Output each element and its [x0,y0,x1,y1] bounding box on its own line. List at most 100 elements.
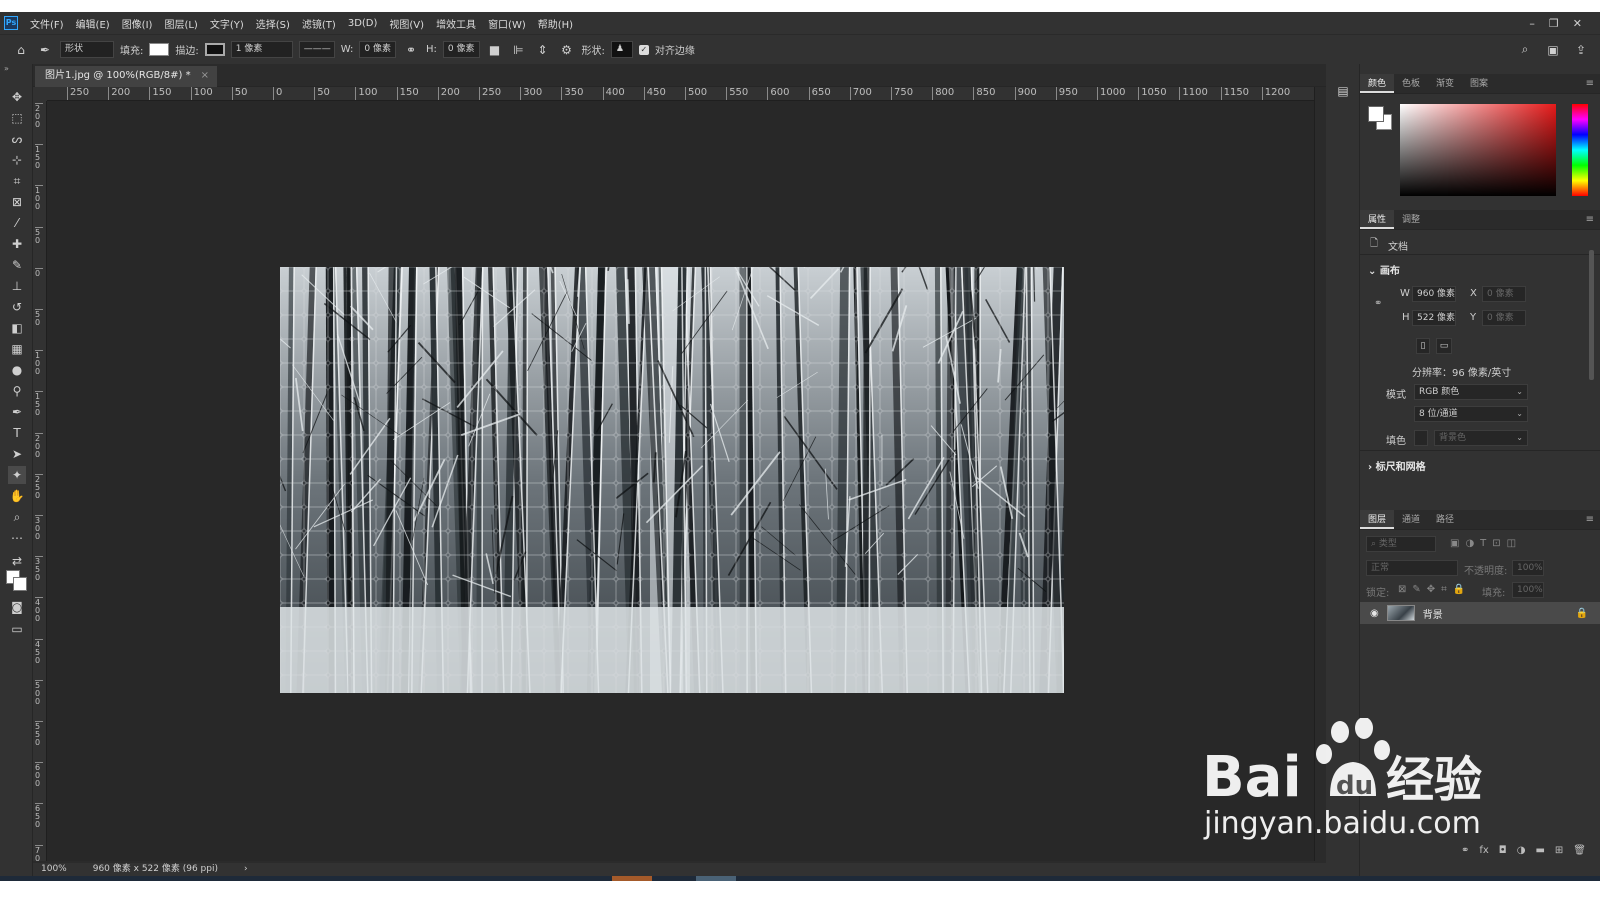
pen-tool-icon[interactable]: ✒ [8,403,26,421]
layer-filter-select[interactable]: ⌕ 类型 [1366,536,1436,552]
share-icon[interactable]: ⇪ [1572,41,1590,59]
settings-gear-icon[interactable]: ⚙ [558,41,576,59]
blend-mode-select[interactable]: 正常 [1366,560,1458,576]
color-spectrum-field[interactable] [1400,104,1556,196]
layer-filter-icons[interactable]: ▣◑T⊡◫ [1450,538,1522,549]
brush-tool-icon[interactable]: ✎ [8,256,26,274]
menu-window[interactable]: 窗口(W) [482,16,532,31]
canvas-vertical-scrollbar[interactable] [1314,87,1326,861]
taskbar-app-item[interactable] [696,876,736,881]
crop-tool-icon[interactable]: ⌗ [8,172,26,190]
align-edges-checkbox[interactable]: ✓ [638,44,649,55]
ruler-origin[interactable] [33,87,47,101]
path-selection-tool-icon[interactable]: ➤ [8,445,26,463]
background-color-swatch[interactable] [13,577,27,591]
menu-layer[interactable]: 图层(L) [158,16,203,31]
eyedropper-tool-icon[interactable]: ⁄ [8,214,26,232]
menu-help[interactable]: 帮助(H) [532,16,579,31]
color-mode-select[interactable]: RGB 颜色 ⌄ [1414,384,1528,400]
properties-menu-icon[interactable]: ≡ [1586,210,1600,229]
mask-icon[interactable]: ◘ [1499,845,1507,856]
menu-image[interactable]: 图像(I) [116,16,159,31]
horizontal-ruler[interactable]: 250 200 150 100 50 0 50 100 150 200 250 300 350 400 45… [47,87,1314,101]
canvas-section-header[interactable]: ⌄ 画布 [1368,262,1400,277]
tool-mode-select[interactable]: 形状 [60,41,114,58]
zoom-level[interactable]: 100% [41,863,67,876]
eraser-tool-icon[interactable]: ◧ [8,319,26,337]
stroke-type-select[interactable]: ——— [298,41,335,58]
path-alignment-icon[interactable]: ⊫ [510,41,528,59]
frame-tool-icon[interactable]: ⊠ [8,193,26,211]
trash-icon[interactable]: 🗑 [1573,845,1586,856]
gradient-tool-icon[interactable]: ▦ [8,340,26,358]
height-input[interactable]: 0 像素 [442,41,480,58]
canvas-area[interactable] [47,101,1314,861]
shape-picker-icon[interactable]: ♟ [610,41,633,58]
fill-color-swatch[interactable] [1414,430,1428,446]
status-menu-arrow[interactable]: › [244,863,248,876]
fill-color-select[interactable]: 背景色 ⌄ [1434,430,1528,446]
home-icon[interactable]: ⌂ [12,41,30,59]
taskbar-app-highlight[interactable] [612,876,652,881]
history-panel-icon[interactable]: ▤ [1335,84,1351,100]
menu-filter[interactable]: 滤镜(T) [296,16,342,31]
panel-foreground-swatch[interactable] [1368,106,1384,122]
new-layer-icon[interactable]: ⊞ [1555,845,1563,856]
vertical-ruler[interactable]: 200 150 100 50 0 50 100 150 200 250 300 350 400 450 50… [33,101,47,861]
menu-edit[interactable]: 编辑(E) [70,16,116,31]
layers-menu-icon[interactable]: ≡ [1586,510,1600,529]
collapse-tools-icon[interactable]: » [4,64,9,73]
menu-file[interactable]: 文件(F) [24,16,70,31]
more-tools-icon[interactable]: ⋯ [8,529,26,547]
link-dimensions-icon[interactable]: ⚭ [402,41,420,59]
menu-view[interactable]: 视图(V) [383,16,430,31]
fill-swatch[interactable] [149,43,170,56]
clone-stamp-tool-icon[interactable]: ⊥ [8,277,26,295]
lasso-tool-icon[interactable]: ᔕ [8,130,26,148]
tab-adjustments[interactable]: 调整 [1394,210,1428,229]
restore-button[interactable]: ❐ [1549,17,1559,30]
landscape-orientation-icon[interactable]: ▭ [1436,338,1452,354]
opacity-input[interactable]: 100% [1512,560,1544,576]
portrait-orientation-icon[interactable]: ▯ [1416,338,1430,354]
tab-properties[interactable]: 属性 [1360,210,1395,229]
history-brush-tool-icon[interactable]: ↺ [8,298,26,316]
visibility-eye-icon[interactable]: ◉ [1370,608,1379,619]
canvas-x-input[interactable]: 0 像素 [1482,286,1526,302]
group-icon[interactable]: ▬ [1535,845,1544,856]
menu-plugins[interactable]: 增效工具 [430,16,482,31]
path-arrangement-icon[interactable]: ⇕ [534,41,552,59]
menu-select[interactable]: 选择(S) [250,16,296,31]
layer-row-background[interactable]: ◉ 背景 🔒 [1360,602,1600,624]
pen-tool-preset-icon[interactable]: ✒ [36,41,54,59]
shape-tool-icon[interactable]: ✦ [8,466,26,484]
canvas-height-input[interactable]: 522 像素 [1412,310,1456,326]
color-fg-bg-swatches[interactable] [1368,106,1392,130]
menu-3d[interactable]: 3D(D) [342,18,384,29]
menu-type[interactable]: 文字(Y) [204,16,250,31]
minimize-button[interactable]: – [1529,17,1535,30]
quick-mask-icon[interactable]: ◙ [8,598,26,616]
hue-slider[interactable] [1572,104,1588,196]
link-icon[interactable]: ⚭ [1461,845,1469,856]
document-image[interactable] [280,267,1064,693]
link-dimensions-icon[interactable]: ⚭ [1374,298,1382,309]
zoom-tool-icon[interactable]: ⌕ [8,508,26,526]
canvas-width-input[interactable]: 960 像素 [1412,286,1456,302]
rulers-grids-section-header[interactable]: › 标尺和网格 [1368,458,1426,473]
marquee-tool-icon[interactable]: ⬚ [8,109,26,127]
width-input[interactable]: 0 像素 [359,41,397,58]
fill-input[interactable]: 100% [1512,582,1544,598]
quick-select-tool-icon[interactable]: ⊹ [8,151,26,169]
hand-tool-icon[interactable]: ✋ [8,487,26,505]
path-operations-icon[interactable]: ■ [486,41,504,59]
type-tool-icon[interactable]: T [8,424,26,442]
bit-depth-select[interactable]: 8 位/通道 ⌄ [1414,406,1528,422]
search-icon[interactable]: ⌕ [1516,41,1534,59]
fx-icon[interactable]: fx [1479,845,1488,856]
stroke-swatch[interactable] [204,43,225,56]
layer-lock-icon[interactable]: 🔒 [1576,608,1600,619]
document-tab[interactable]: 图片1.jpg @ 100%(RGB/8#) * × [35,66,218,87]
screen-mode-icon[interactable]: ▭ [8,620,26,638]
workspace-icon[interactable]: ▣ [1544,41,1562,59]
